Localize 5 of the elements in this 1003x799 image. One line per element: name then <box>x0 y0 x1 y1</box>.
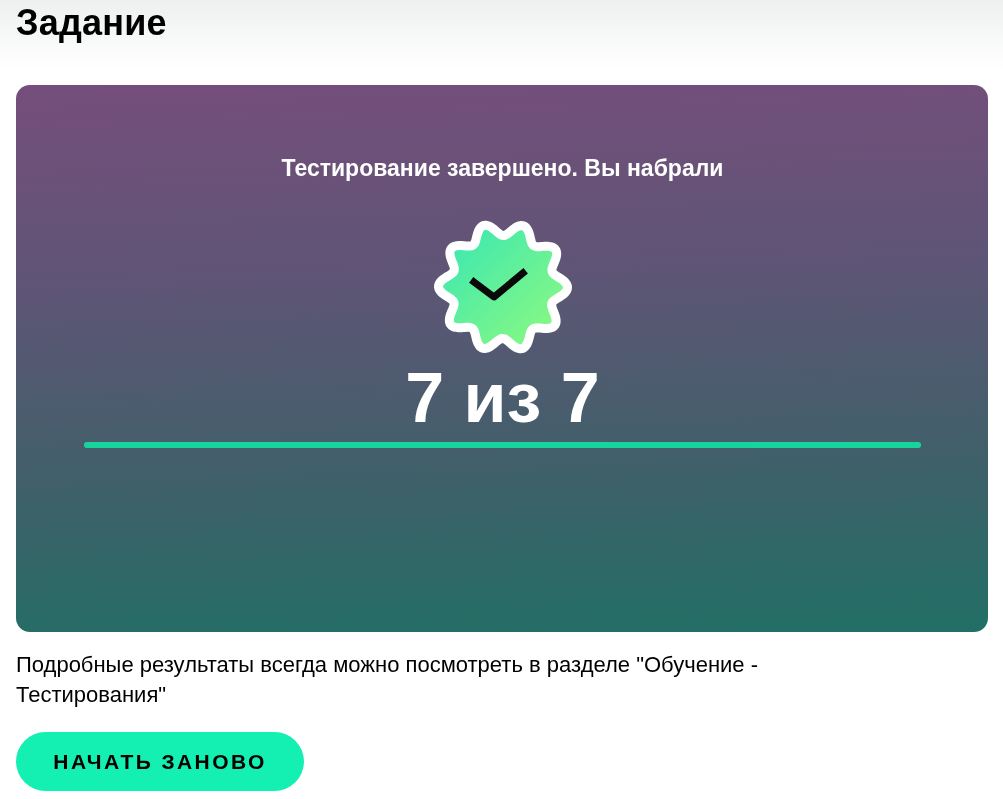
results-note: Подробные результаты всегда можно посмотреть в разделе "Обучение - Тестирования" <box>16 651 759 709</box>
score-text: 7 из 7 <box>405 362 600 434</box>
page-title: Задание <box>16 1 167 45</box>
result-heading: Тестирование завершено. Вы набрали <box>281 154 724 182</box>
restart-button[interactable]: НАЧАТЬ ЗАНОВО <box>16 732 304 791</box>
